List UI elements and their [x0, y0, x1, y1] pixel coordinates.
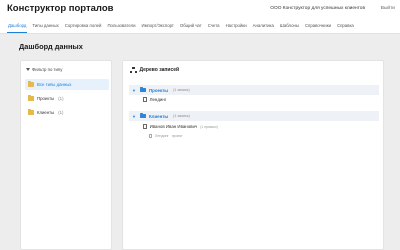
top-bar: Конструктор порталов ООО Конструктор для…	[0, 0, 400, 34]
nav-tab-analytics[interactable]: Аналитика	[250, 22, 277, 33]
tree-record-label: Иванов Иван Иванович	[149, 124, 198, 129]
tree-record-child-sub: проект	[171, 134, 183, 138]
tree-group-clients[interactable]: ▼ Клиенты (1 запись)	[129, 111, 379, 121]
main-nav: Дашборд Типы данных Сортировка полей Пол…	[5, 22, 357, 34]
tree-heading: Дерево записей	[130, 67, 179, 73]
chevron-down-icon[interactable]: ▼	[132, 88, 137, 93]
document-icon	[143, 97, 147, 102]
filter-item-count: (1)	[58, 110, 64, 115]
nav-tab-import-export[interactable]: Импорт/Экспорт	[138, 22, 176, 33]
tree-group-count: (1 запись)	[173, 88, 190, 92]
filter-item-clients[interactable]: Клиенты (1)	[25, 107, 109, 118]
tree-group-label: Проекты	[149, 87, 169, 93]
folder-icon	[28, 81, 34, 87]
folder-icon	[140, 86, 146, 93]
nav-tab-templates[interactable]: Шаблоны	[277, 22, 302, 33]
folder-icon	[28, 95, 34, 101]
page-title: Дашборд данных	[19, 42, 83, 51]
document-icon	[143, 124, 147, 129]
folder-icon	[28, 109, 34, 115]
filter-item-projects[interactable]: Проекты (1)	[25, 93, 109, 104]
filter-list: Все типы данных Проекты (1) Клиенты (1)	[25, 79, 109, 121]
filter-item-label: Все типы данных	[37, 82, 72, 87]
filter-item-label: Клиенты	[37, 110, 55, 115]
nav-tab-invoices[interactable]: Счета	[205, 22, 223, 33]
tree-heading-label: Дерево записей	[139, 67, 180, 73]
logout-link[interactable]: Выйти	[381, 6, 395, 11]
nav-tab-dashboard[interactable]: Дашборд	[5, 22, 29, 33]
nav-tab-general-chat[interactable]: Общий чат	[177, 22, 205, 33]
tree-group-count: (1 запись)	[173, 114, 190, 118]
nav-tab-help[interactable]: Справка	[334, 22, 357, 33]
nav-tab-settings[interactable]: Настройки	[223, 22, 250, 33]
records-tree-panel: Дерево записей ▼ Проекты (1 запись) Ленд…	[122, 60, 384, 250]
filter-item-label: Проекты	[37, 96, 55, 101]
tree-record-ivanov[interactable]: Иванов Иван Иванович (1 прямых)	[143, 124, 218, 129]
folder-icon	[140, 112, 146, 119]
organization-name: ООО Конструктор для успешных клиентов	[270, 6, 365, 11]
filter-heading-label: Фильтр по типу	[32, 67, 63, 72]
tree-record-landing[interactable]: Лендинг	[143, 97, 166, 102]
filter-item-count: (1)	[58, 96, 64, 101]
tree-group-label: Клиенты	[149, 113, 169, 119]
sitemap-icon	[130, 67, 137, 73]
nav-tab-data-types[interactable]: Типы данных	[29, 22, 61, 33]
chevron-down-icon[interactable]: ▼	[132, 114, 137, 119]
nav-tab-users[interactable]: Пользователи	[104, 22, 138, 33]
filter-item-all-types[interactable]: Все типы данных	[25, 79, 109, 90]
funnel-icon	[26, 68, 30, 71]
app-title: Конструктор порталов	[7, 3, 114, 14]
tree-group-projects[interactable]: ▼ Проекты (1 запись)	[129, 85, 379, 95]
nav-tab-directories[interactable]: Справочники	[302, 22, 334, 33]
tree-record-label: Лендинг	[149, 97, 167, 102]
filter-heading: Фильтр по типу	[26, 67, 62, 72]
document-icon	[149, 134, 152, 138]
tree-record-child-label: Лендинг	[155, 134, 169, 138]
filter-panel: Фильтр по типу Все типы данных Проекты (…	[20, 60, 112, 250]
tree-record-sub: (1 прямых)	[200, 124, 218, 129]
nav-tab-field-sorting[interactable]: Сортировка полей	[62, 22, 105, 33]
tree-record-child-landing[interactable]: Лендинг проект	[149, 134, 183, 138]
